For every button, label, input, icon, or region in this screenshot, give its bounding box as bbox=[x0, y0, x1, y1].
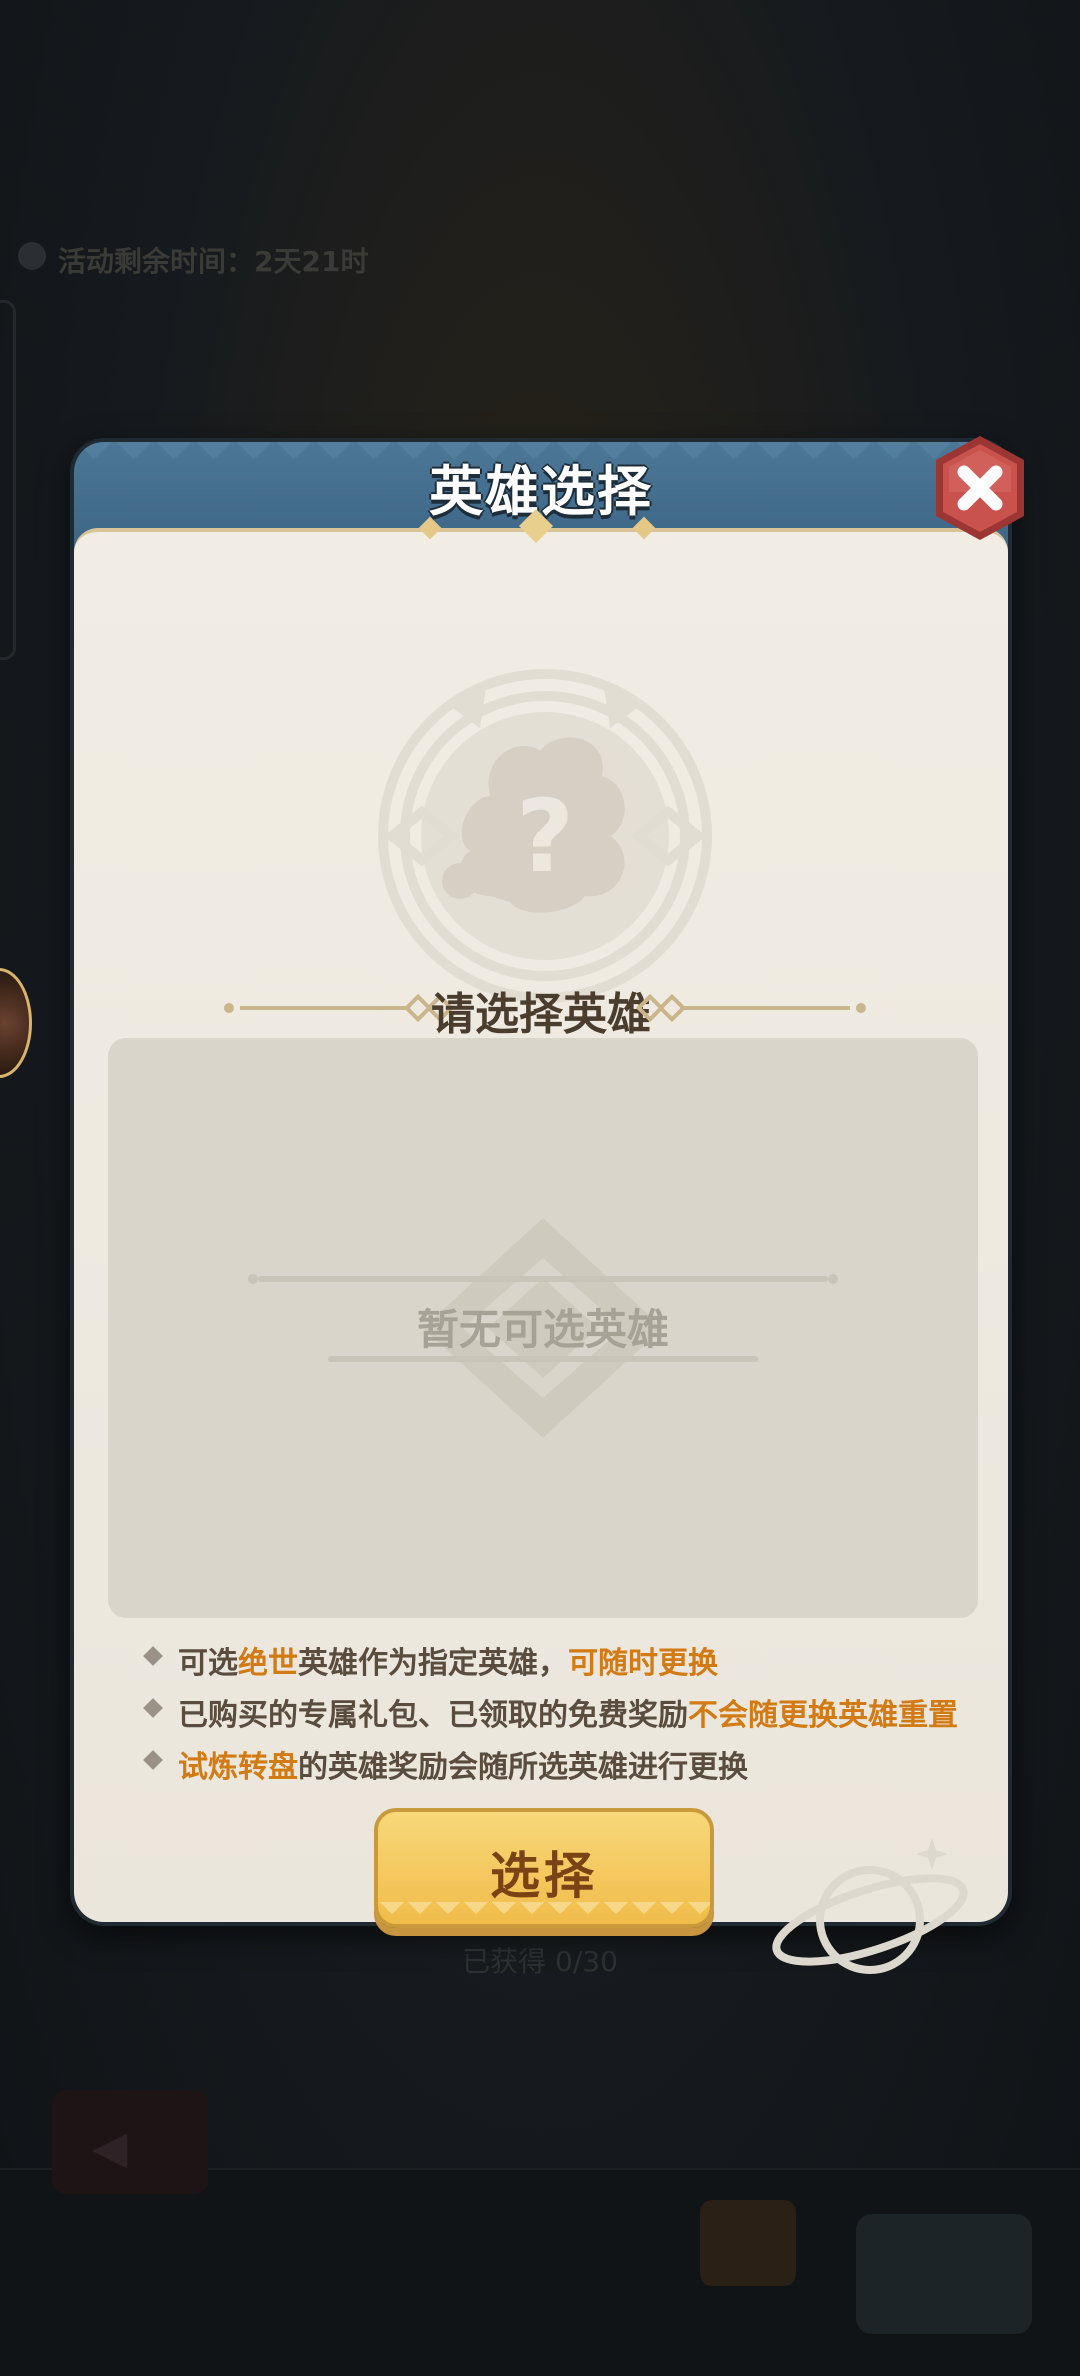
section-header: 请选择英雄 bbox=[74, 978, 1008, 1040]
modal-body: ? 请选择英雄 暂无可选英雄 可选绝世英雄作为指定英雄，可随时更换 已购买的专属… bbox=[74, 528, 1008, 1974]
rule-text: 可选绝世英雄作为指定英雄，可随时更换 bbox=[178, 1646, 718, 1681]
gem-icon bbox=[418, 516, 442, 540]
hero-list: 暂无可选英雄 bbox=[108, 1038, 978, 1618]
close-button[interactable] bbox=[928, 432, 1032, 544]
spin-button bbox=[856, 2214, 1032, 2334]
rule-item: 已购买的专属礼包、已领取的免费奖励不会随更换英雄重置 bbox=[138, 1684, 998, 1736]
empty-list-text: 暂无可选英雄 bbox=[416, 1305, 669, 1354]
section-title: 请选择英雄 bbox=[431, 989, 651, 1040]
rule-item: 试炼转盘的英雄奖励会随所选英雄进行更换 bbox=[138, 1736, 998, 1788]
back-button: ◀ bbox=[52, 2090, 208, 2194]
event-timer: 活动剩余时间：2天21时 bbox=[18, 236, 438, 278]
clock-icon bbox=[18, 242, 46, 270]
svg-text:?: ? bbox=[516, 778, 574, 895]
gem-icon bbox=[632, 516, 656, 540]
back-arrow-icon: ◀ bbox=[92, 2120, 128, 2174]
bullet-icon bbox=[143, 1698, 163, 1718]
bullet-icon bbox=[143, 1750, 163, 1770]
unknown-hero-icon: ? bbox=[378, 669, 712, 1003]
deco-dot bbox=[856, 1003, 866, 1013]
rule-text: 试炼转盘的英雄奖励会随所选英雄进行更换 bbox=[178, 1750, 748, 1785]
rules-list: 可选绝世英雄作为指定英雄，可随时更换 已购买的专属礼包、已领取的免费奖励不会随更… bbox=[138, 1632, 998, 1788]
side-panel bbox=[0, 300, 16, 660]
select-button-label: 选择 bbox=[490, 1847, 598, 1905]
event-timer-text: 活动剩余时间：2天21时 bbox=[58, 245, 369, 278]
header-ornament bbox=[70, 509, 1012, 544]
hero-select-modal: 英雄选择 ? 请选择英雄 暂无可选英雄 可选绝世英雄作为指定英雄，可随时更换 已… bbox=[70, 436, 1024, 1974]
deco-line bbox=[680, 1006, 850, 1010]
select-button[interactable]: 选择 bbox=[374, 1808, 714, 1928]
bullet-icon bbox=[143, 1646, 163, 1666]
planet-icon bbox=[772, 1838, 968, 1974]
rule-text: 已购买的专属礼包、已领取的免费奖励不会随更换英雄重置 bbox=[178, 1698, 958, 1733]
rule-item: 可选绝世英雄作为指定英雄，可随时更换 bbox=[138, 1632, 998, 1684]
chest-icon bbox=[700, 2200, 796, 2286]
gem-icon bbox=[519, 509, 553, 543]
